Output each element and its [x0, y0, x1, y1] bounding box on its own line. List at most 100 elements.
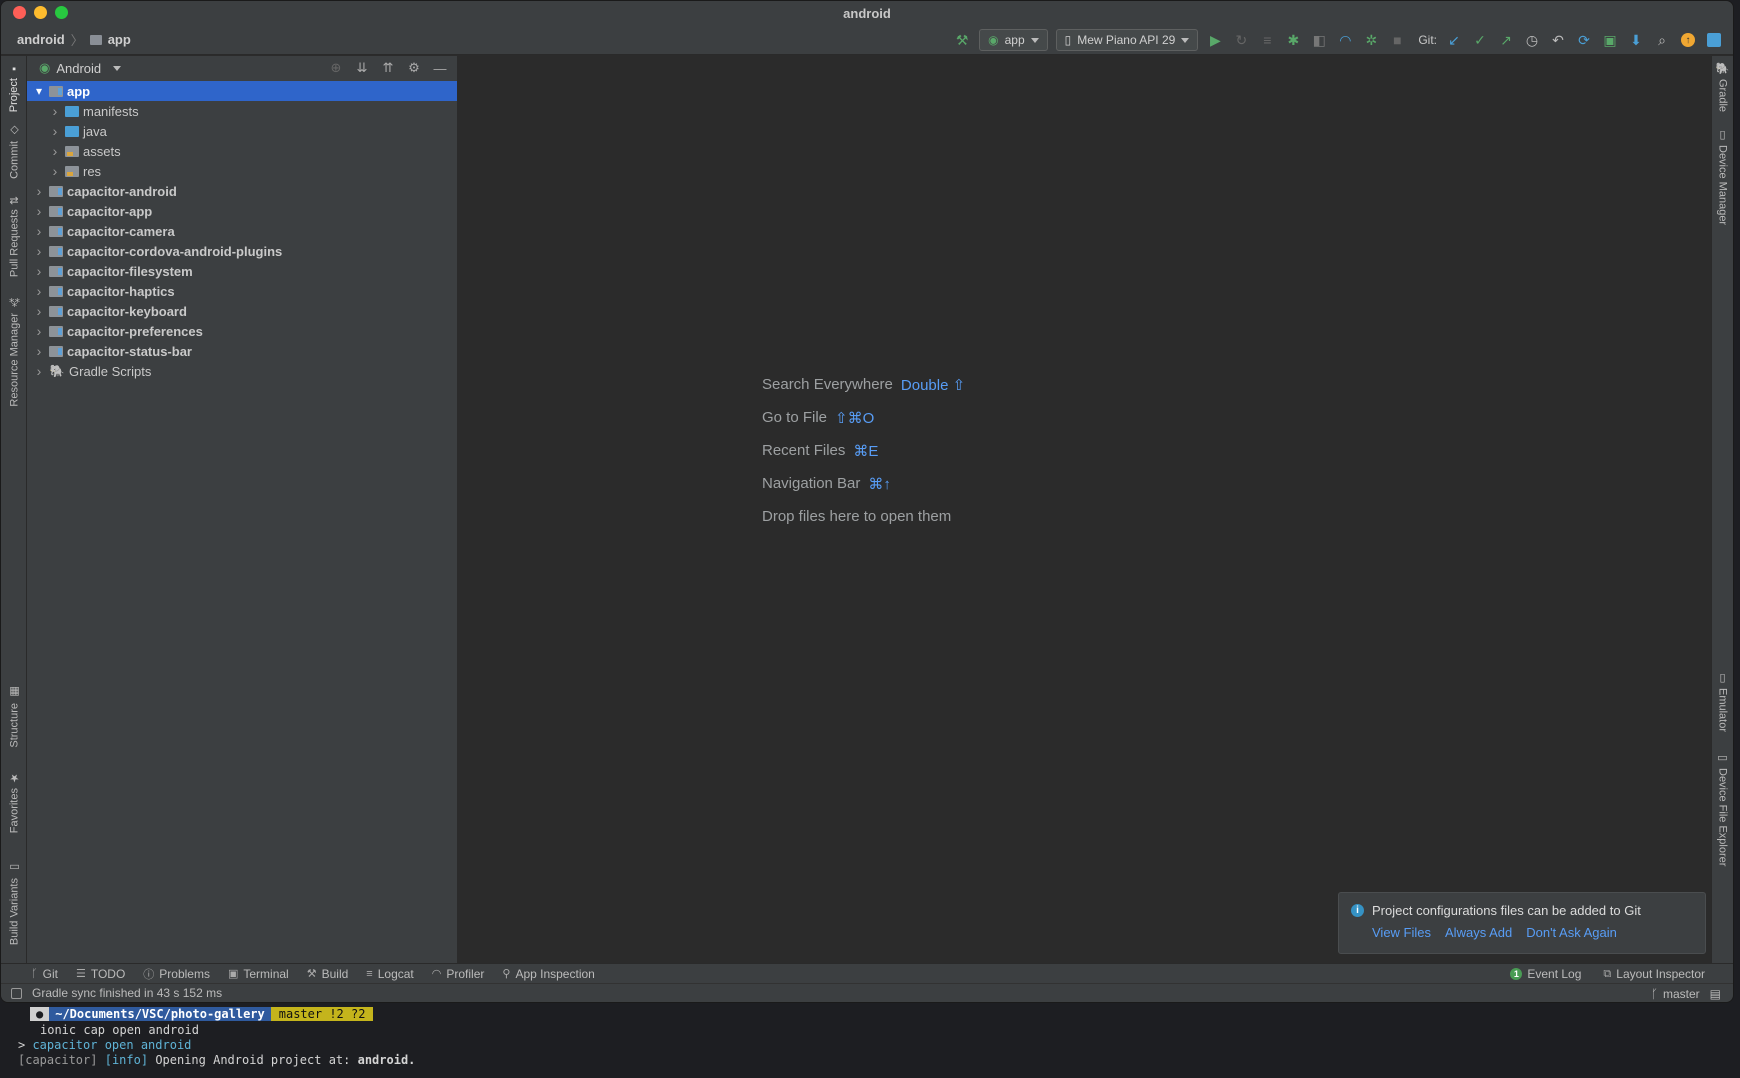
editor-empty-area[interactable]: Search Everywhere Double ⇧ Go to File ⇧⌘O Re… [459, 56, 1710, 963]
status-bar: Gradle sync finished in 43 s 152 ms ᚴ mas… [1, 983, 1733, 1002]
tool-tab-device-file-explorer[interactable]: ▭ Device File Explorer [1716, 751, 1729, 866]
tool-tab-emulator[interactable]: ▯ Emulator [1716, 671, 1729, 732]
tree-item-capacitor-filesystem[interactable]: › capacitor-filesystem [27, 261, 457, 281]
tree-item-capacitor-camera[interactable]: › capacitor-camera [27, 221, 457, 241]
chevron-right-icon[interactable]: › [47, 123, 63, 139]
bottom-tab-git[interactable]: ᚴ Git [31, 967, 58, 981]
git-update-icon[interactable]: ↙ [1441, 29, 1467, 51]
apply-changes-icon[interactable]: ≡ [1254, 29, 1280, 51]
chevron-down-icon[interactable]: ▾ [31, 84, 47, 98]
hide-panel-icon[interactable]: — [431, 59, 449, 77]
expand-all-icon[interactable]: ⇊ [353, 59, 371, 77]
chevron-down-icon [1030, 37, 1039, 43]
tool-tab-gradle[interactable]: 🐘 Gradle [1716, 62, 1729, 112]
tree-item-capacitor-keyboard[interactable]: › capacitor-keyboard [27, 301, 457, 321]
chevron-right-icon[interactable]: › [47, 103, 63, 119]
build-hammer-icon[interactable]: ⚒ [949, 29, 975, 51]
gradle-icon: 🐘 [49, 364, 65, 378]
git-rollback-icon[interactable]: ↶ [1545, 29, 1571, 51]
always-add-link[interactable]: Always Add [1445, 925, 1512, 940]
tool-tab-build-variants[interactable]: Build Variants ▭ [8, 861, 22, 945]
sync-gradle-icon[interactable]: ⟳ [1571, 29, 1597, 51]
breadcrumb-module[interactable]: app [108, 32, 131, 47]
tree-item-capacitor-android[interactable]: › capacitor-android [27, 181, 457, 201]
git-branch-widget[interactable]: ᚴ master [1651, 987, 1700, 1001]
tree-item-capacitor-status-bar[interactable]: › capacitor-status-bar [27, 341, 457, 361]
run-config-selector[interactable]: ◉ app [979, 29, 1048, 51]
bottom-tab-logcat[interactable]: ≡ Logcat [366, 967, 413, 981]
tree-item-res[interactable]: › res [27, 161, 457, 181]
rerun-icon[interactable]: ↻ [1228, 29, 1254, 51]
tree-item-app[interactable]: ▾ app [27, 81, 457, 101]
debug-icon[interactable]: ✱ [1280, 29, 1306, 51]
locate-file-icon[interactable]: ⊕ [327, 59, 345, 77]
logcat-icon: ≡ [366, 967, 373, 980]
tree-item-capacitor-cordova-android-plugins[interactable]: › capacitor-cordova-android-plugins [27, 241, 457, 261]
tool-tab-favorites[interactable]: Favorites ★ [8, 771, 22, 833]
notifications-icon[interactable]: ▤ [1710, 987, 1721, 1001]
chevron-right-icon[interactable]: › [31, 303, 47, 319]
coverage-icon[interactable]: ◧ [1306, 29, 1332, 51]
profile-icon[interactable]: ◠ [1332, 29, 1358, 51]
tool-tab-pull-requests[interactable]: Pull Requests ⇅ [8, 196, 22, 277]
tool-tab-resource-manager[interactable]: Resource Manager ⁂ [8, 296, 22, 407]
chevron-right-icon[interactable]: › [31, 363, 47, 379]
git-commit-icon[interactable]: ✓ [1467, 29, 1493, 51]
chevron-down-icon [113, 65, 122, 71]
info-icon: i [1351, 904, 1364, 917]
chevron-right-icon[interactable]: › [31, 343, 47, 359]
attach-debugger-icon[interactable]: ✲ [1358, 29, 1384, 51]
tree-item-assets[interactable]: › assets [27, 141, 457, 161]
updates-icon[interactable]: ↑ [1675, 29, 1701, 51]
dont-ask-again-link[interactable]: Don't Ask Again [1526, 925, 1617, 940]
tree-item-label: capacitor-camera [67, 223, 175, 239]
bottom-tab-app-inspection[interactable]: ⚲ App Inspection [502, 967, 594, 981]
breadcrumb-root[interactable]: android [17, 32, 65, 47]
bottom-tab-build[interactable]: ⚒ Build [307, 967, 349, 981]
bottom-tab-terminal[interactable]: ▣ Terminal [228, 967, 289, 981]
account-avatar-icon[interactable] [1701, 29, 1727, 51]
tool-tab-structure[interactable]: Structure ▦ [8, 686, 22, 748]
stop-icon[interactable]: ■ [1384, 29, 1410, 51]
tree-item-capacitor-haptics[interactable]: › capacitor-haptics [27, 281, 457, 301]
toggle-tool-windows-icon[interactable] [11, 987, 22, 999]
tree-item-manifests[interactable]: › manifests [27, 101, 457, 121]
tool-tab-commit[interactable]: Commit ◇ [8, 124, 22, 179]
zoom-window-button[interactable] [55, 6, 68, 19]
sdk-manager-icon[interactable]: ⬇ [1623, 29, 1649, 51]
view-files-link[interactable]: View Files [1372, 925, 1431, 940]
minimize-window-button[interactable] [34, 6, 47, 19]
bottom-tab-todo[interactable]: ☰ TODO [76, 967, 125, 981]
gear-icon[interactable]: ⚙ [405, 59, 423, 77]
hint-shortcut: ⌘E [853, 443, 879, 460]
editor-hints: Search Everywhere Double ⇧ Go to File ⇧⌘O Re… [762, 376, 965, 525]
chevron-right-icon[interactable]: › [31, 243, 47, 259]
device-selector[interactable]: ▯ Mew Piano API 29 [1055, 29, 1199, 51]
bottom-tab-layout-inspector[interactable]: ⧉ Layout Inspector [1603, 967, 1705, 981]
tool-tab-device-manager[interactable]: ▯ Device Manager [1716, 128, 1729, 225]
tree-item-capacitor-app[interactable]: › capacitor-app [27, 201, 457, 221]
project-view-label: Android [56, 60, 102, 76]
bottom-tab-event-log[interactable]: 1 Event Log [1510, 967, 1581, 981]
tool-tab-project[interactable]: Project ▪ [8, 62, 20, 112]
tree-item-java[interactable]: › java [27, 121, 457, 141]
tree-item-capacitor-preferences[interactable]: › capacitor-preferences [27, 321, 457, 341]
chevron-right-icon[interactable]: › [31, 263, 47, 279]
git-push-icon[interactable]: ↗ [1493, 29, 1519, 51]
chevron-right-icon[interactable]: › [47, 163, 63, 179]
bottom-tab-profiler[interactable]: ◠ Profiler [432, 967, 485, 981]
bottom-tab-problems[interactable]: ⓘ Problems [143, 966, 210, 982]
device-manager-icon[interactable]: ▣ [1597, 29, 1623, 51]
git-history-icon[interactable]: ◷ [1519, 29, 1545, 51]
chevron-right-icon[interactable]: › [31, 203, 47, 219]
tree-item-gradle-scripts[interactable]: › 🐘 Gradle Scripts [27, 361, 457, 381]
collapse-all-icon[interactable]: ⇈ [379, 59, 397, 77]
chevron-right-icon[interactable]: › [31, 283, 47, 299]
chevron-right-icon[interactable]: › [31, 323, 47, 339]
close-window-button[interactable] [13, 6, 26, 19]
chevron-right-icon[interactable]: › [31, 223, 47, 239]
search-icon[interactable]: ⌕ [1649, 29, 1675, 51]
chevron-right-icon[interactable]: › [47, 143, 63, 159]
chevron-right-icon[interactable]: › [31, 183, 47, 199]
run-icon[interactable]: ▶ [1202, 29, 1228, 51]
